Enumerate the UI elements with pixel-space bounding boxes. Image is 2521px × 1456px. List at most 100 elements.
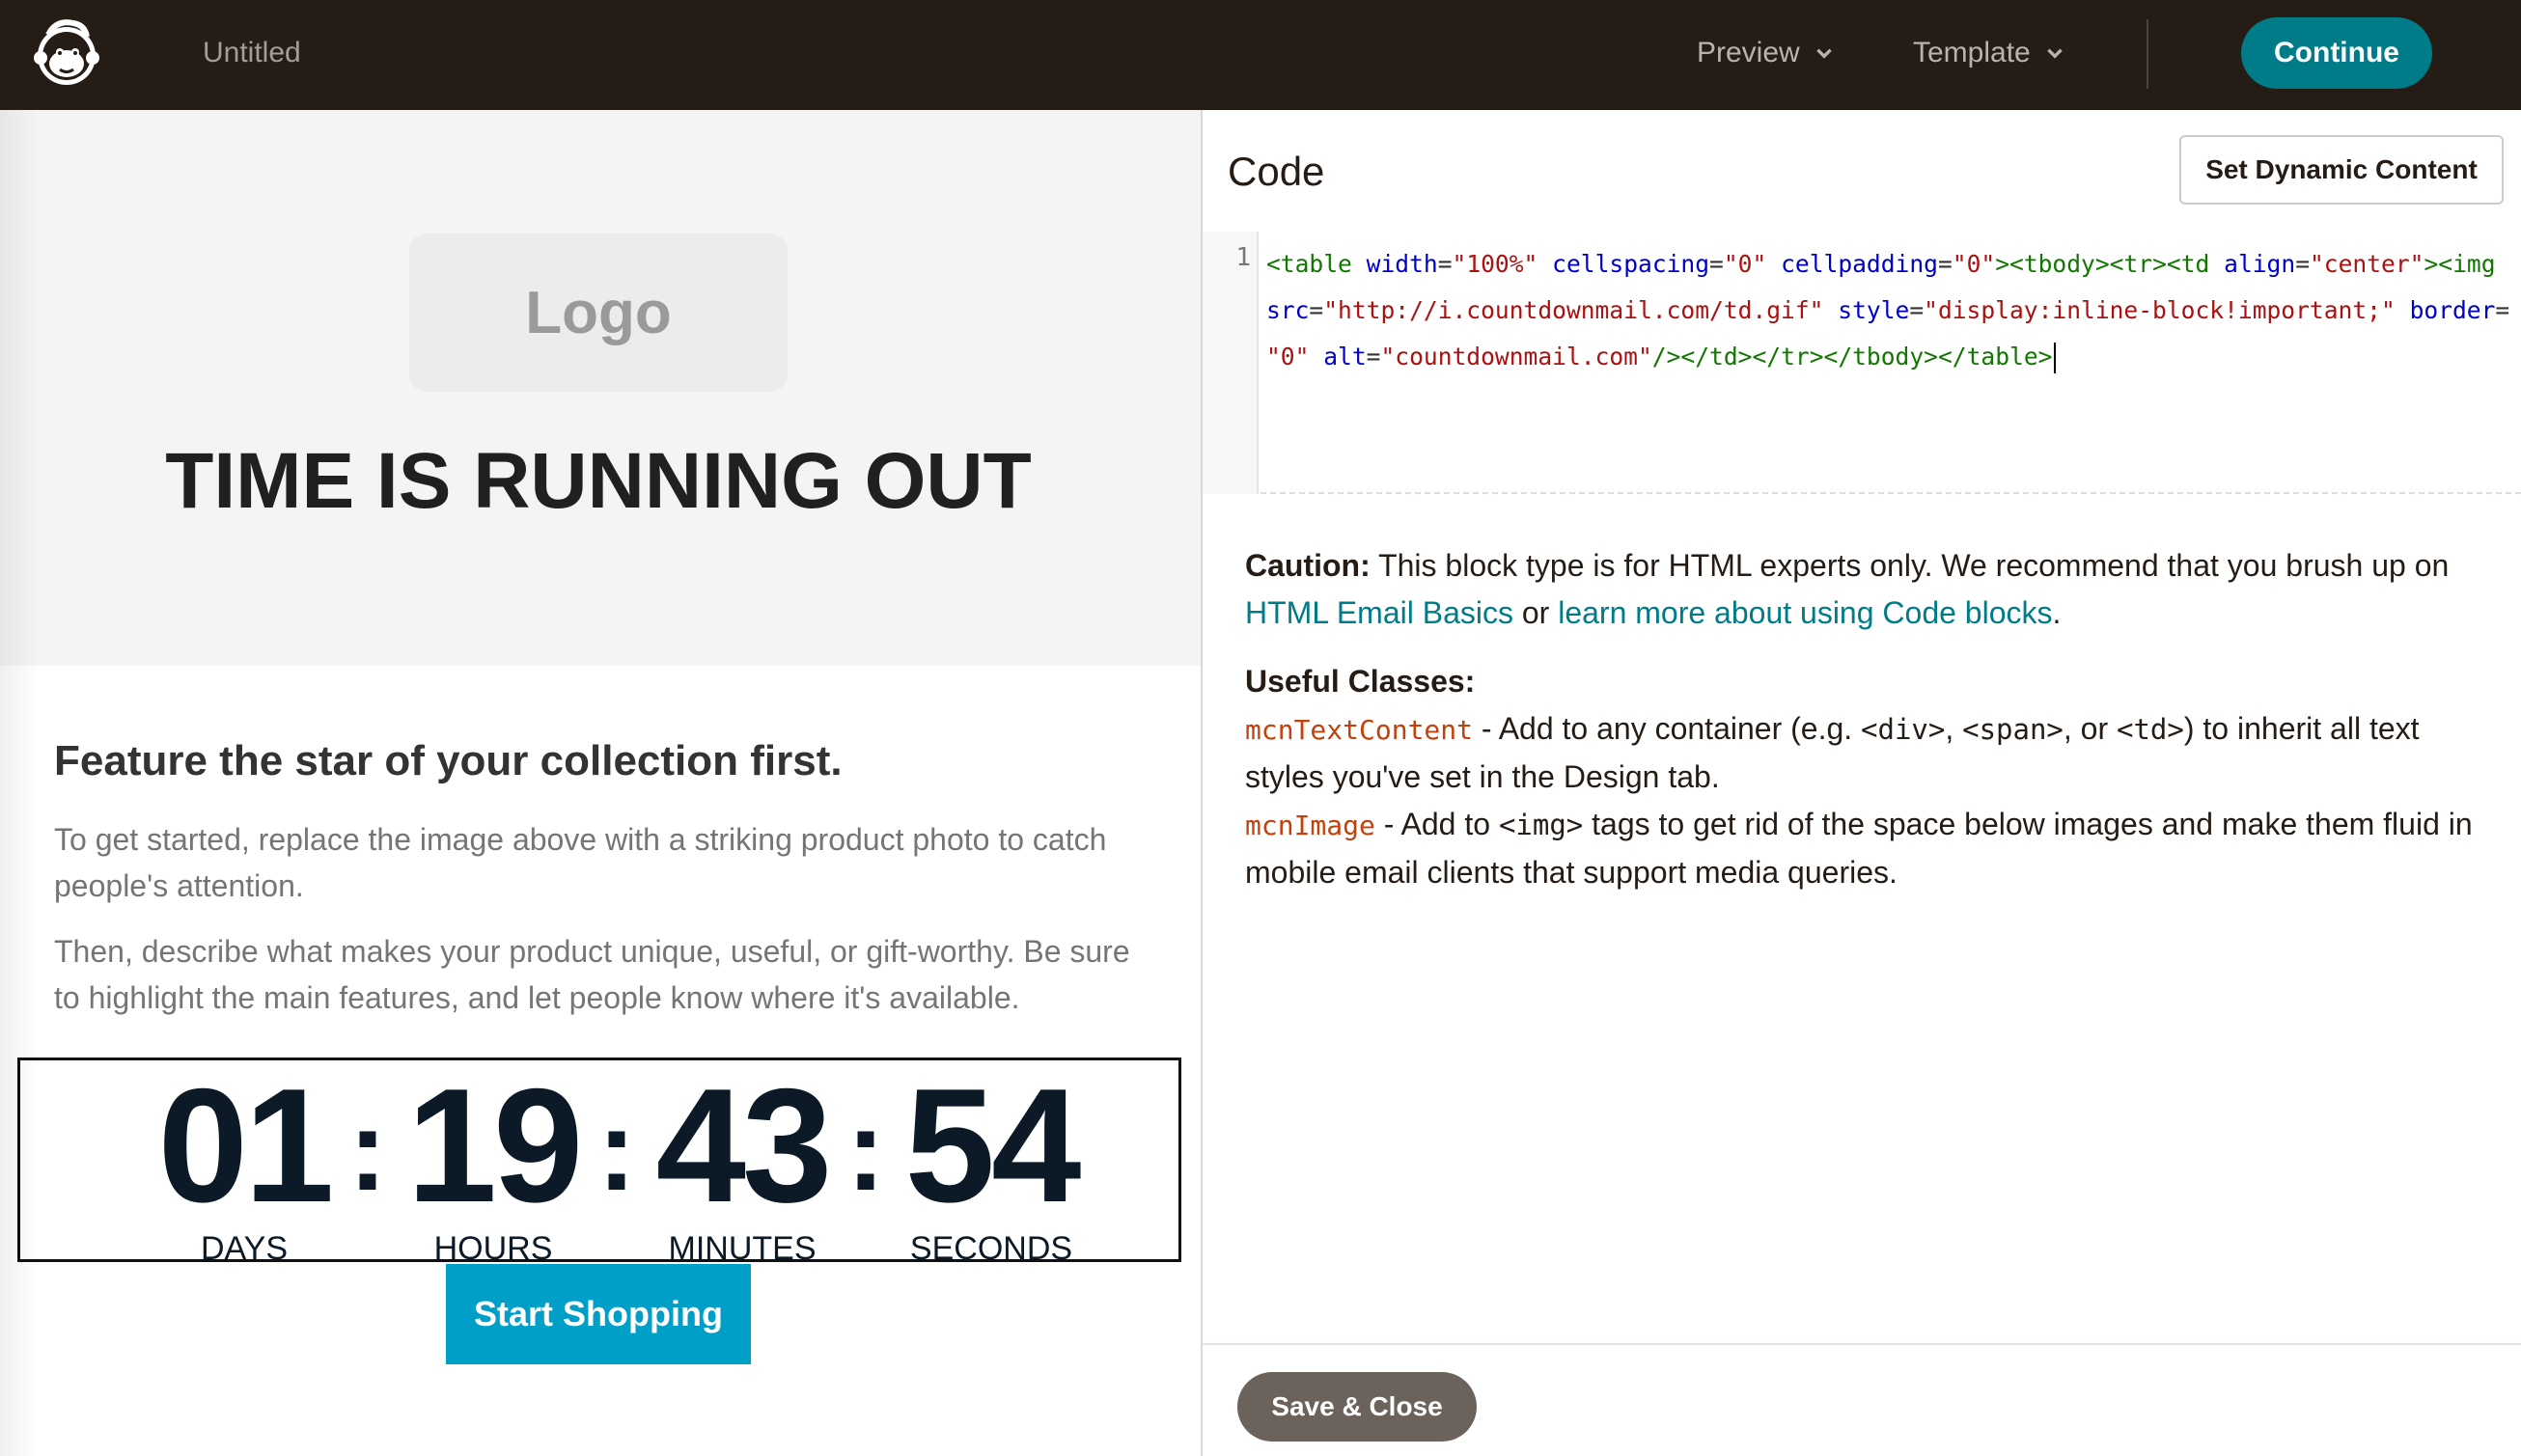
code-token: =	[1709, 250, 1724, 278]
caution-label: Caution:	[1245, 548, 1371, 583]
chevron-down-icon	[2046, 48, 2063, 59]
class-item-image: mcnImage - Add to <img> tags to get rid …	[1245, 801, 2490, 896]
code-token: cellpadding	[1781, 250, 1938, 278]
feature-paragraph-1: To get started, replace the image above …	[54, 822, 1107, 903]
code-token: >	[2094, 250, 2110, 278]
save-and-close-button[interactable]: Save & Close	[1237, 1372, 1477, 1442]
code-token: </td	[1680, 343, 1738, 371]
countdown-hours-value: 19	[406, 1055, 584, 1236]
code-token: <td	[2166, 250, 2210, 278]
line-number: 1	[1235, 243, 1251, 272]
code-token: "center"	[2310, 250, 2424, 278]
template-menu-label: Template	[1913, 37, 2031, 69]
hero-heading: TIME IS RUNNING OUT	[165, 437, 1032, 525]
class-description: - Add to	[1383, 807, 1491, 841]
code-token: >	[2424, 250, 2439, 278]
class-item-text-content: mcnTextContent - Add to any container (e…	[1245, 705, 2490, 801]
code-token: "display:inline-block!important;"	[1924, 296, 2396, 324]
code-token: =	[1309, 296, 1324, 324]
hero-block[interactable]: Logo TIME IS RUNNING OUT	[0, 110, 1201, 666]
panel-title: Code	[1228, 149, 1325, 194]
mailchimp-logo-icon[interactable]	[27, 14, 106, 93]
code-token: "100%"	[1452, 250, 1538, 278]
code-token: "0"	[1723, 250, 1767, 278]
panel-footer: Save & Close	[1203, 1343, 2521, 1456]
start-shopping-button[interactable]: Start Shopping	[446, 1264, 751, 1364]
preview-menu-label: Preview	[1697, 37, 1800, 69]
code-token: >	[1809, 343, 1824, 371]
code-snippet: <div>	[1861, 713, 1946, 746]
or-text: or	[1521, 595, 1550, 630]
logo-placeholder[interactable]: Logo	[409, 234, 788, 392]
countdown-days: 01 DAYS	[128, 1060, 360, 1268]
code-token: />	[1651, 343, 1681, 371]
set-dynamic-content-button[interactable]: Set Dynamic Content	[2179, 135, 2504, 205]
code-token: width	[1366, 250, 1438, 278]
code-token: "0"	[1952, 250, 1996, 278]
caution-note: Caution: This block type is for HTML exp…	[1245, 542, 2480, 637]
countdown-minutes: 43 MINUTES	[626, 1060, 858, 1268]
topbar-divider	[2147, 19, 2148, 89]
comma-text: ,	[1945, 711, 1954, 746]
countdown-seconds-value: 54	[904, 1055, 1082, 1236]
code-token: >	[1737, 343, 1753, 371]
code-token: style	[1838, 296, 1910, 324]
code-token: =	[2495, 296, 2510, 324]
code-text[interactable]: <table width="100%" cellspacing="0" cell…	[1266, 241, 2511, 380]
countdown-seconds-label: SECONDS	[909, 1230, 1073, 1267]
code-token: "0"	[1266, 343, 1310, 371]
code-token: =	[1366, 343, 1381, 371]
code-token: <table	[1266, 250, 1352, 278]
chevron-down-icon	[1815, 48, 1832, 59]
email-preview: Logo TIME IS RUNNING OUT Feature the sta…	[0, 110, 1201, 1456]
countdown-days-value: 01	[157, 1055, 335, 1236]
code-token: >	[2037, 343, 2053, 371]
code-token: border	[2409, 296, 2496, 324]
code-token: =	[1937, 250, 1953, 278]
code-editor[interactable]: 1 <table width="100%" cellspacing="0" ce…	[1203, 232, 2521, 494]
code-token: </tr	[1752, 343, 1810, 371]
text-cursor	[2054, 343, 2057, 373]
code-token: alt	[1323, 343, 1367, 371]
code-token: </table	[1937, 343, 2038, 371]
countdown-timer-block[interactable]: 01 DAYS : 19 HOURS : 43 MINUTES : 54 SEC…	[17, 1058, 1181, 1267]
code-token: <img	[2438, 250, 2496, 278]
code-block-panel: Code Set Dynamic Content 1 <table width=…	[1201, 110, 2521, 1456]
class-name: mcnTextContent	[1245, 714, 1474, 746]
countdown-seconds: 54 SECONDS	[875, 1060, 1107, 1268]
code-snippet: <img>	[1498, 809, 1584, 841]
continue-button[interactable]: Continue	[2241, 17, 2432, 89]
code-token: "http://i.countdownmail.com/td.gif"	[1323, 296, 1824, 324]
top-bar: Untitled Preview Template Continue	[0, 0, 2521, 110]
code-snippet: <span>	[1962, 713, 2064, 746]
html-email-basics-link[interactable]: HTML Email Basics	[1245, 595, 1513, 630]
code-token: >	[1995, 250, 2010, 278]
template-menu[interactable]: Template	[1913, 37, 2065, 69]
code-token: src	[1266, 296, 1310, 324]
code-token: =	[1437, 250, 1453, 278]
code-token: align	[2224, 250, 2296, 278]
period-text: .	[2052, 595, 2062, 630]
preview-menu[interactable]: Preview	[1697, 37, 1835, 69]
feature-paragraph-2: Then, describe what makes your product u…	[54, 934, 1130, 1015]
code-token: =	[1909, 296, 1925, 324]
code-token: </tbody	[1823, 343, 1925, 371]
code-blocks-help-link[interactable]: learn more about using Code blocks	[1558, 595, 2052, 630]
or-text: , or	[2063, 711, 2109, 746]
countdown-hours: 19 HOURS	[377, 1060, 609, 1268]
class-name: mcnImage	[1245, 810, 1375, 841]
document-title[interactable]: Untitled	[203, 37, 301, 69]
caution-text: This block type is for HTML experts only…	[1378, 548, 2450, 583]
useful-classes: Useful Classes: mcnTextContent - Add to …	[1245, 658, 2490, 896]
line-number-gutter: 1	[1203, 232, 1259, 494]
code-token: cellspacing	[1552, 250, 1710, 278]
code-token: =	[2295, 250, 2310, 278]
